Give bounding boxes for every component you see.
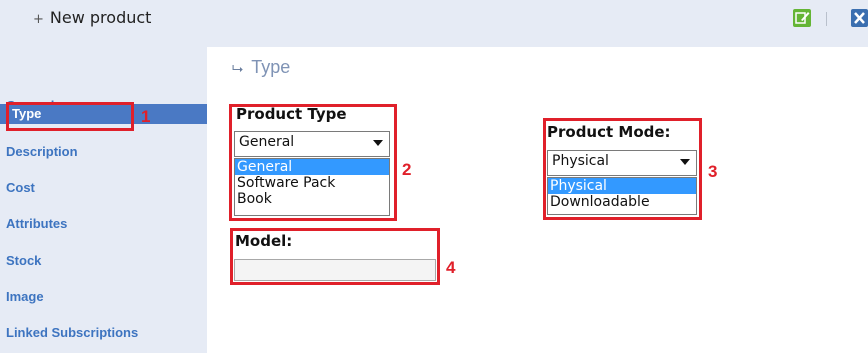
sidebar-item-image[interactable]: Image <box>6 287 44 307</box>
annotation-number: 4 <box>446 258 456 277</box>
new-product-label: New product <box>49 8 152 27</box>
annotation-box-3 <box>543 118 702 220</box>
annotation-box-1 <box>6 102 134 131</box>
type-icon: ⮡ <box>232 60 244 76</box>
annotation-number: 1 <box>141 107 151 126</box>
annotation-box-2 <box>229 104 397 221</box>
new-product-button[interactable]: + New product <box>33 8 151 27</box>
header-bar: + New product <box>0 0 868 47</box>
toolbar-divider <box>826 12 827 26</box>
annotation-box-4 <box>230 228 440 285</box>
section-title-text: Type <box>251 57 291 77</box>
sidebar-item-attributes[interactable]: Attributes <box>6 214 67 234</box>
annotation-number: 2 <box>402 160 412 179</box>
plus-icon: + <box>33 12 44 27</box>
sidebar-item-cost[interactable]: Cost <box>6 178 35 198</box>
section-title: ⮡ Type <box>232 57 290 78</box>
sidebar <box>0 47 207 353</box>
sidebar-item-linked-subscriptions[interactable]: Linked Subscriptions <box>6 323 138 343</box>
annotation-number: 3 <box>708 162 718 181</box>
sidebar-item-description[interactable]: Description <box>6 142 78 162</box>
edit-icon[interactable] <box>793 9 811 27</box>
close-icon[interactable] <box>851 9 868 27</box>
sidebar-item-stock[interactable]: Stock <box>6 251 41 271</box>
